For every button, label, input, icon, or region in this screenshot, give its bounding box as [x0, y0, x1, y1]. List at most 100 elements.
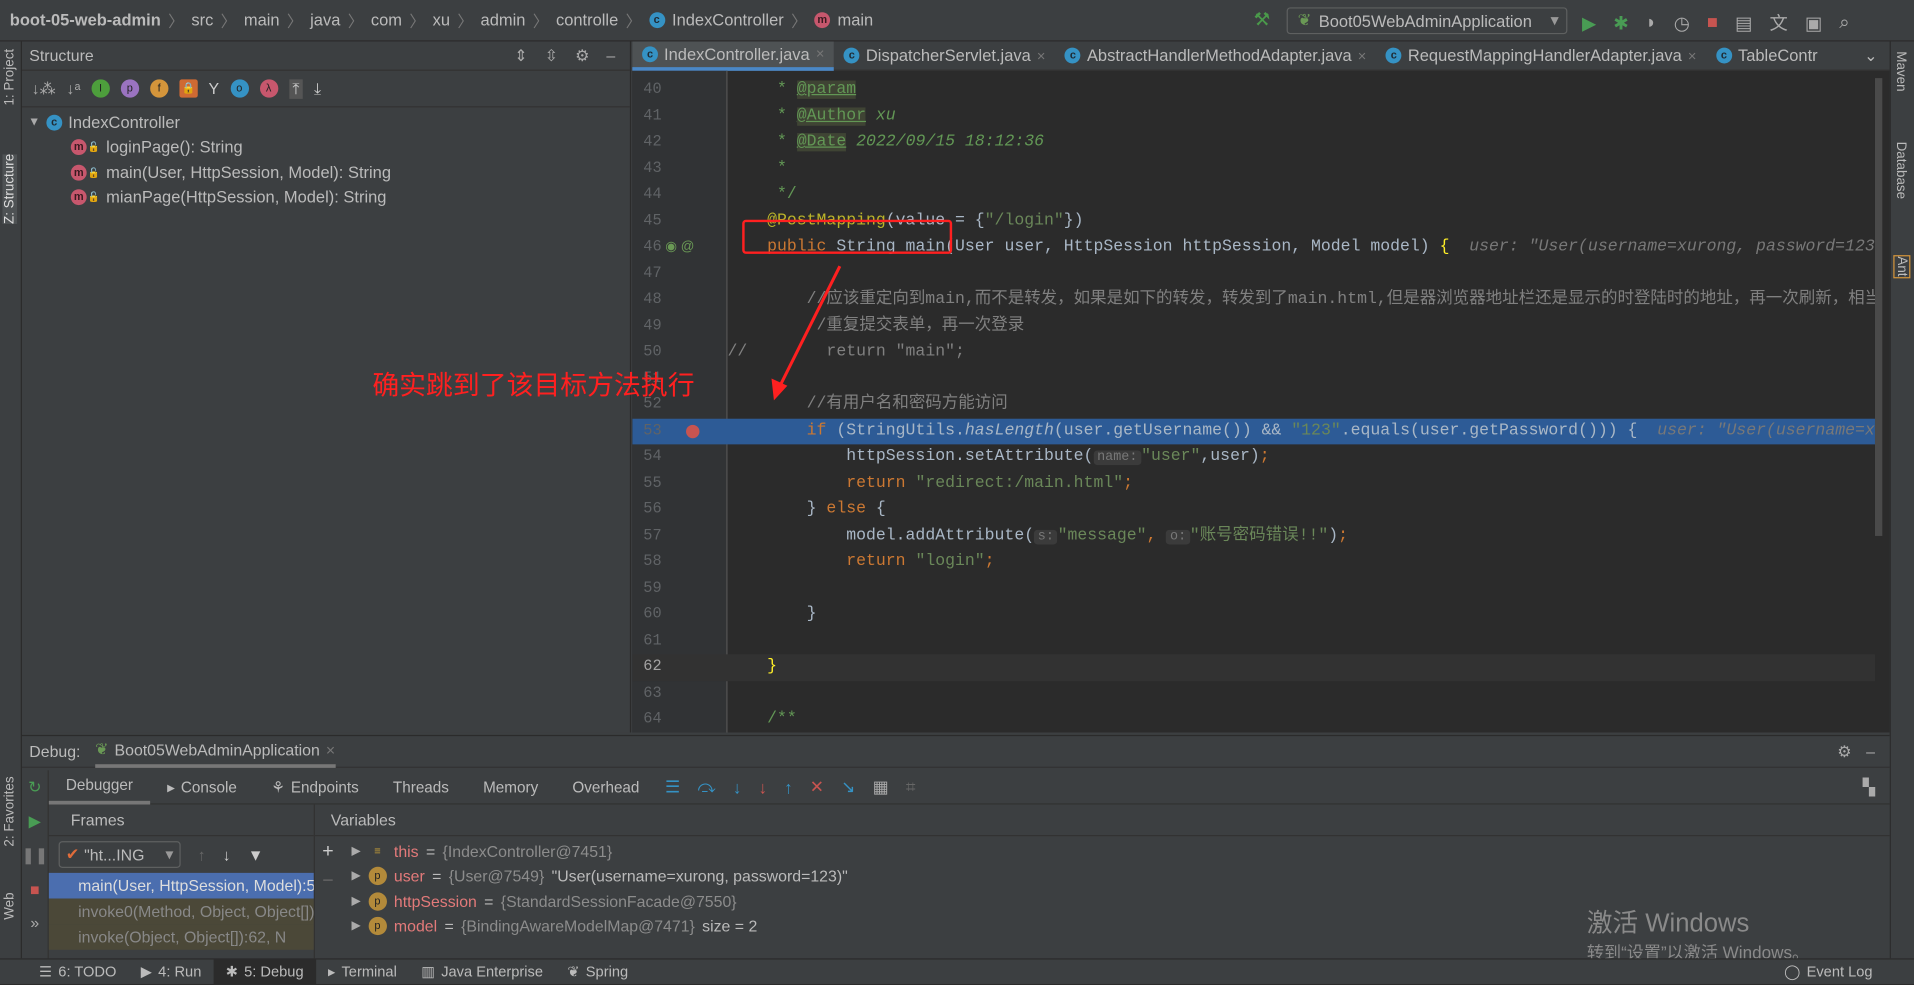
gear-icon[interactable]: ⚙	[575, 46, 589, 66]
override-gutter-icon[interactable]: ◉ @	[665, 234, 694, 260]
stack-frame[interactable]: invoke(Object, Object[]):62, N	[48, 924, 314, 950]
breadcrumb-item[interactable]: src	[191, 11, 213, 29]
debugger-tab-threads[interactable]: Threads	[376, 770, 466, 804]
breadcrumb-item[interactable]: main	[837, 11, 873, 29]
debug-bug-icon[interactable]: ✱	[1613, 12, 1628, 34]
debugger-tab-memory[interactable]: Memory	[466, 770, 555, 804]
minimize-icon[interactable]: –	[606, 46, 615, 66]
show-non-public-icon[interactable]: 🔒	[179, 79, 198, 98]
tool-window-todo[interactable]: ☰ 6: TODO	[27, 959, 129, 985]
stop-icon[interactable]: ■	[30, 880, 40, 898]
debugger-tab-console[interactable]: ▸ Console	[150, 770, 254, 804]
code-line[interactable]: 57 model.addAttribute(s: "message", o: "账号…	[632, 523, 1875, 549]
code-line[interactable]: 44 */	[632, 182, 1875, 208]
expand-arrow-icon[interactable]: ▶	[352, 870, 361, 883]
editor-tab[interactable]: c IndexController.java ×	[632, 40, 835, 71]
editor-tab[interactable]: c TableContr	[1706, 41, 1827, 70]
tree-item-method[interactable]: m 🔓 main(User, HttpSession, Model): String	[22, 160, 630, 185]
breadcrumb-item[interactable]: admin	[481, 11, 526, 29]
tree-item-method[interactable]: m 🔓 loginPage(): String	[22, 135, 630, 160]
tabs-overflow-icon[interactable]: ⌄	[1864, 46, 1877, 66]
code-line[interactable]: 55 return "redirect:/main.html";	[632, 471, 1875, 497]
drop-frame-icon[interactable]: ✕	[810, 776, 824, 797]
resume-icon[interactable]: ▶	[29, 812, 41, 832]
debugger-tab-endpoints[interactable]: ⚘ Endpoints	[254, 770, 376, 804]
search-icon[interactable]: ⌕	[1839, 12, 1849, 33]
database-tool-tab[interactable]: Database	[1893, 142, 1908, 199]
variable-row[interactable]: ▶ p user = {User@7549} "User(username=xurong,…	[315, 864, 1890, 889]
expand-arrow-icon[interactable]: ▶	[352, 895, 361, 908]
tool-window-javaenterprise[interactable]: ▥ Java Enterprise	[409, 959, 555, 985]
pause-icon[interactable]: ❚❚	[21, 846, 48, 866]
evaluate-icon[interactable]: ▦	[873, 776, 889, 797]
breadcrumb-item[interactable]: IndexController	[672, 11, 784, 29]
code-line[interactable]: 63	[632, 681, 1875, 707]
translate-icon[interactable]: 文	[1769, 10, 1787, 36]
step-over-icon[interactable]: ⤼	[697, 776, 715, 797]
sort-alpha-icon[interactable]: ↓ᵃ	[67, 79, 81, 97]
tool-window-debug[interactable]: ✱ 5: Debug	[213, 958, 316, 985]
run-to-cursor-icon[interactable]: ↘	[841, 776, 855, 797]
code-line[interactable]: 54 httpSession.setAttribute(name: "user",…	[632, 444, 1875, 470]
expand-arrow-icon[interactable]: ▶	[352, 844, 361, 857]
debugger-tab-overhead[interactable]: Overhead	[555, 770, 656, 804]
tool-window-spring[interactable]: ❦ Spring	[555, 959, 640, 985]
maven-tool-tab[interactable]: Maven	[1893, 51, 1908, 91]
breadcrumb-item[interactable]: java	[310, 11, 340, 29]
code-line[interactable]: 59	[632, 576, 1875, 602]
trace-icon[interactable]: ⌗	[906, 776, 916, 797]
code-line[interactable]: 56 } else {	[632, 497, 1875, 523]
code-line[interactable]: 43 *	[632, 156, 1875, 182]
ant-tool-tab[interactable]: Ant	[1893, 255, 1911, 278]
editor-tab[interactable]: c DispatcherServlet.java ×	[834, 41, 1055, 70]
autoscroll-from-source-icon[interactable]: ⤓	[314, 79, 321, 99]
code-line[interactable]: 61	[632, 628, 1875, 654]
web-tool-tab[interactable]: Web	[2, 892, 17, 919]
code-line[interactable]: 53 if (StringUtils.hasLength(user.getUse…	[632, 418, 1875, 445]
breadcrumb-item[interactable]: xu	[433, 11, 450, 29]
step-into-icon[interactable]: ↓	[733, 777, 742, 797]
collapse-all-icon[interactable]: ⇳	[545, 46, 558, 66]
code-line[interactable]: 60 }	[632, 602, 1875, 628]
tool-window-run[interactable]: ▶ 4: Run	[129, 959, 214, 985]
editor-tab[interactable]: c AbstractHandlerMethodAdapter.java ×	[1055, 41, 1376, 70]
force-step-into-icon[interactable]: ↓	[758, 777, 767, 797]
project-tool-tab[interactable]: 1: Project	[2, 49, 17, 106]
presentation-icon[interactable]: ▣	[1805, 12, 1822, 34]
sort-visibility-icon[interactable]: ↓⁂	[32, 79, 56, 99]
variable-row[interactable]: ▶ ≡ this = {IndexController@7451}	[315, 839, 1890, 864]
coverage-icon[interactable]: ◗	[1646, 12, 1657, 33]
run-icon[interactable]: ▶	[1582, 12, 1596, 34]
event-log-button[interactable]: ◯ Event Log	[1772, 959, 1885, 985]
gear-icon[interactable]: ⚙	[1837, 742, 1851, 762]
show-execution-point-icon[interactable]: ☰	[665, 776, 680, 797]
show-anonymous-icon[interactable]: Y	[209, 79, 220, 97]
code-line[interactable]: 62 }	[632, 654, 1875, 681]
tree-item-method[interactable]: m 🔓 mianPage(HttpSession, Model): String	[22, 185, 630, 210]
close-icon[interactable]: ×	[1037, 47, 1046, 64]
filter-icon[interactable]: ▼	[248, 845, 264, 863]
tool-window-terminal[interactable]: ▸ Terminal	[316, 959, 409, 985]
thread-select[interactable]: ✔ "ht...ING ▾	[58, 841, 181, 868]
layout-settings-icon[interactable]: ▚	[1863, 777, 1875, 797]
editor-tab[interactable]: c RequestMappingHandlerAdapter.java ×	[1376, 41, 1706, 70]
close-icon[interactable]: ×	[1688, 47, 1697, 64]
vertical-scrollbar[interactable]	[1874, 78, 1883, 536]
stack-frame[interactable]: main(User, HttpSession, Model):53	[48, 872, 314, 899]
show-properties-icon[interactable]: p	[120, 79, 139, 98]
run-config-select[interactable]: ❦ Boot05WebAdminApplication ▾	[1286, 7, 1568, 35]
code-line[interactable]: 64 /**	[632, 707, 1875, 733]
show-fields-icon[interactable]: f	[149, 79, 169, 98]
close-icon[interactable]: ×	[326, 740, 335, 758]
remove-watch-icon[interactable]: −	[322, 870, 333, 892]
autoscroll-to-source-icon[interactable]: ⤒	[288, 78, 304, 99]
code-line[interactable]: 40 * @param	[632, 77, 1875, 103]
code-line[interactable]: 58 return "login";	[632, 549, 1875, 575]
close-icon[interactable]: ×	[816, 45, 825, 62]
breadcrumb-item[interactable]: boot-05-web-admin	[10, 11, 161, 29]
more-icon[interactable]: »	[30, 913, 39, 931]
show-interfaces-icon[interactable]: o	[230, 79, 249, 98]
breadcrumb-item[interactable]: com	[371, 11, 402, 29]
frame-down-icon[interactable]: ↓	[223, 845, 231, 863]
project-structure-icon[interactable]: ▤	[1735, 12, 1752, 34]
